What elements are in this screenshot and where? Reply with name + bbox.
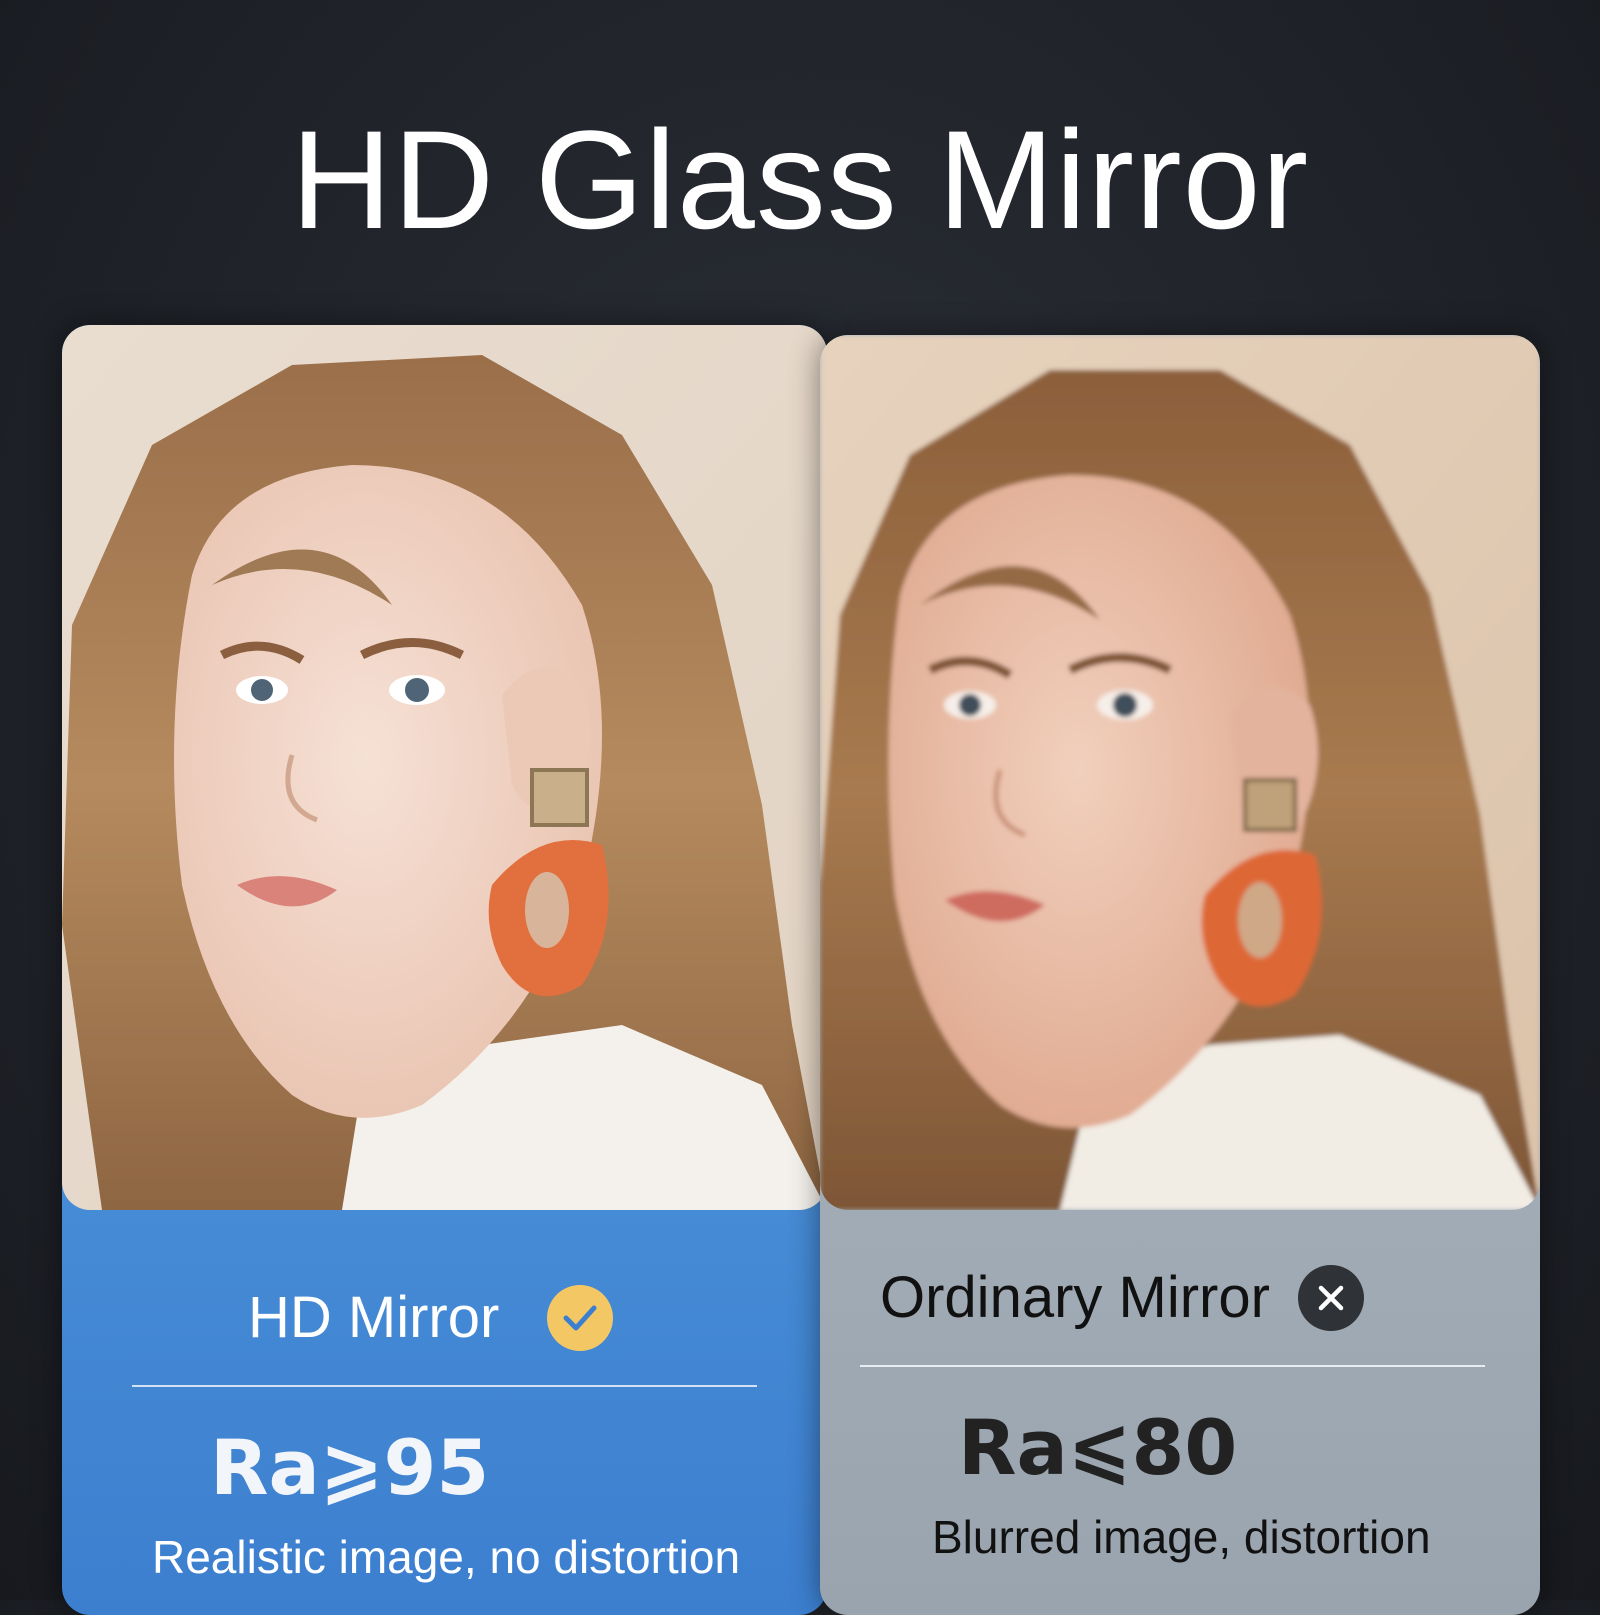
hd-mirror-card: HD Mirror Ra⩾95 Realistic image, no dist… [62, 325, 827, 1615]
ordinary-mirror-description: Blurred image, distortion [932, 1511, 1431, 1563]
color-rendering-index: Ra⩽80 [958, 1403, 1238, 1492]
page-title: HD Glass Mirror [290, 101, 1310, 258]
portrait-image [820, 335, 1540, 1210]
divider [132, 1385, 757, 1387]
ordinary-mirror-photo [820, 335, 1540, 1210]
check-icon [547, 1285, 613, 1351]
divider [860, 1365, 1485, 1367]
hd-mirror-description: Realistic image, no distortion [152, 1531, 741, 1583]
ordinary-mirror-label: Ordinary Mirror [880, 1265, 1270, 1330]
color-rendering-index: Ra⩾95 [210, 1423, 490, 1512]
close-icon [1298, 1265, 1364, 1331]
hd-mirror-photo [62, 325, 827, 1210]
hd-mirror-label: HD Mirror [248, 1285, 500, 1350]
ordinary-mirror-card: Ordinary Mirror Ra⩽80 Blurred image, dis… [820, 335, 1540, 1615]
portrait-image [62, 325, 827, 1210]
